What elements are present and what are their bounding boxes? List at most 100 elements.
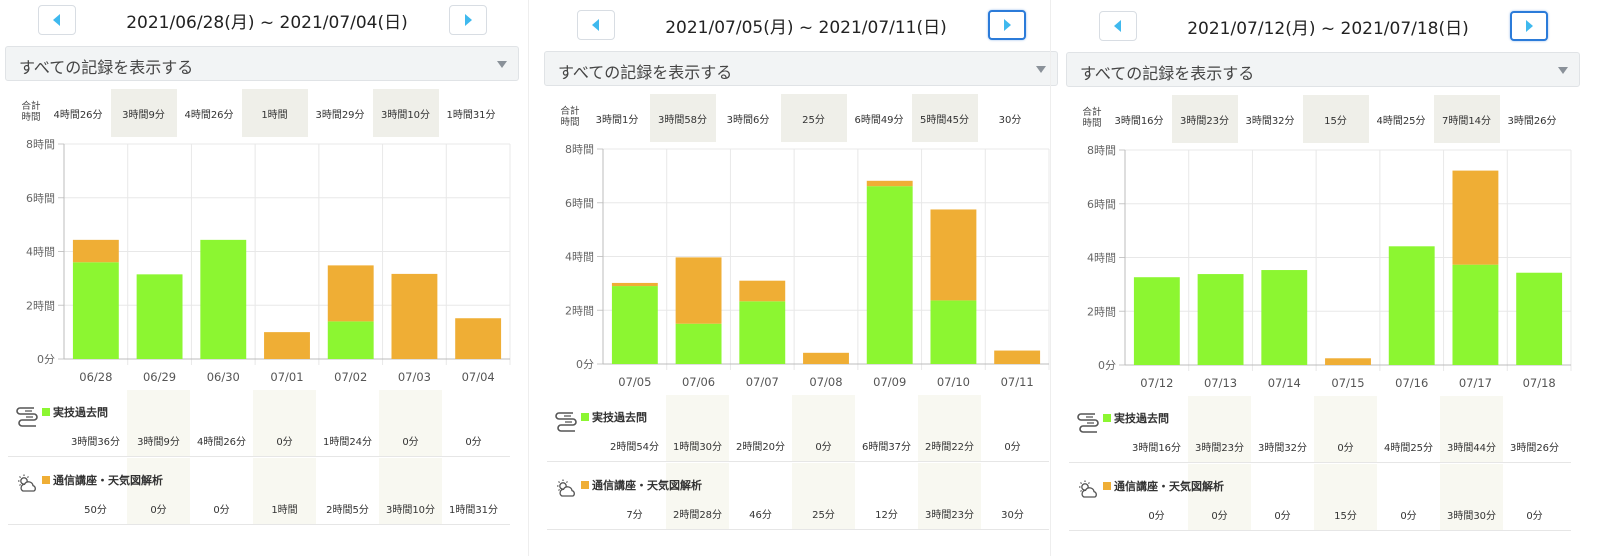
bar-correspondence — [455, 318, 502, 359]
legend-swatch — [581, 481, 589, 489]
daily-category-value: 3時間32分 — [1257, 443, 1308, 454]
stacked-bar-chart: 0分 2時間 4時間 6時間 8時間 06/28 06/29 06/30 07/01 07/02 0… — [26, 138, 511, 384]
y-tick-label: 6時間 — [26, 192, 55, 205]
row-separator — [8, 524, 510, 525]
bar-correspondence — [866, 180, 913, 187]
x-tick-label: 07/07 — [746, 375, 779, 389]
daily-category-value: 2時間22分 — [918, 395, 981, 461]
x-tick-label: 07/04 — [462, 370, 495, 384]
bar-correspondence — [930, 209, 977, 301]
x-tick-label: 07/16 — [1395, 376, 1428, 390]
daily-category-value: 1時間 — [253, 458, 316, 524]
category-label: 実技過去問 — [42, 404, 108, 420]
daily-category-value: 0分 — [127, 458, 190, 524]
y-tick-label: 2時間 — [1087, 305, 1116, 318]
daily-category-value: 30分 — [1001, 510, 1024, 521]
daily-category-value: 0分 — [213, 505, 230, 516]
bar-correspondence — [994, 350, 1041, 364]
daily-category-value: 1時間31分 — [448, 505, 499, 516]
x-tick-label: 07/03 — [398, 370, 431, 384]
x-tick-label: 06/28 — [79, 370, 112, 384]
bar-practical-exam — [136, 274, 183, 359]
category-name: 実技過去問 — [53, 406, 108, 419]
correspondence-row: 0分 0分 0分 15分 0分 3時間30分 0分 通信講座・天気図解析 — [1069, 464, 1571, 531]
y-tick-label: 2時間 — [565, 304, 594, 317]
category-label: 通信講座・天気図解析 — [1103, 478, 1224, 494]
stacked-bar-chart: 0分 2時間 4時間 6時間 8時間 07/05 07/06 07/07 07/08 07/09 0… — [565, 143, 1050, 389]
daily-category-value: 0分 — [1274, 511, 1291, 522]
y-tick-label: 8時間 — [1087, 144, 1116, 157]
daily-category-value: 1時間24分 — [322, 437, 373, 448]
daily-category-value: 3時間9分 — [127, 390, 190, 456]
y-tick-label: 4時間 — [26, 246, 55, 259]
bar-practical-exam — [739, 301, 786, 364]
panel-divider — [1050, 0, 1051, 556]
bar-correspondence — [611, 282, 658, 287]
daily-category-value: 4時間25分 — [1383, 443, 1434, 454]
bar-correspondence — [803, 352, 849, 364]
daily-category-value: 3時間23分 — [918, 463, 981, 529]
category-label: 実技過去問 — [581, 409, 647, 425]
x-tick-label: 06/30 — [207, 370, 240, 384]
daily-category-value: 3時間10分 — [379, 458, 442, 524]
correspondence-row: 7分 2時間28分 46分 25分 12分 3時間23分 30分 通信講座・天気図解析 — [547, 463, 1049, 530]
y-tick-label: 0分 — [576, 358, 594, 371]
category-name: 通信講座・天気図解析 — [1114, 480, 1224, 493]
daily-category-value: 2時間54分 — [609, 442, 660, 453]
x-tick-label: 07/09 — [873, 375, 906, 389]
y-tick-label: 6時間 — [565, 197, 594, 210]
daily-category-value: 6時間37分 — [861, 442, 912, 453]
bar-practical-exam — [930, 300, 977, 364]
daily-category-value: 0分 — [465, 437, 482, 448]
daily-category-value: 3時間16分 — [1131, 443, 1182, 454]
category-name: 通信講座・天気図解析 — [53, 474, 163, 487]
daily-category-value: 3時間26分 — [1509, 443, 1560, 454]
category-name: 通信講座・天気図解析 — [592, 479, 702, 492]
bar-correspondence — [675, 257, 722, 324]
daily-category-value: 0分 — [1004, 442, 1021, 453]
daily-category-value: 0分 — [253, 390, 316, 456]
daily-category-value: 2時間28分 — [666, 463, 729, 529]
daily-category-value: 0分 — [1526, 511, 1543, 522]
bar-practical-exam — [866, 186, 913, 364]
y-tick-label: 0分 — [37, 353, 55, 366]
week-panel: 2021/06/28(月) ~ 2021/07/04(日) すべての記録を表示する… — [0, 0, 534, 556]
row-separator — [8, 456, 510, 457]
daily-category-value: 0分 — [1148, 511, 1165, 522]
row-separator — [547, 461, 1049, 462]
legend-swatch — [1103, 414, 1111, 422]
x-tick-label: 07/06 — [682, 375, 715, 389]
x-tick-label: 07/14 — [1268, 376, 1301, 390]
bar-correspondence — [264, 332, 310, 359]
bar-correspondence — [1452, 170, 1499, 265]
y-tick-label: 0分 — [1098, 359, 1116, 372]
daily-category-value: 2時間5分 — [326, 505, 369, 516]
bar-practical-exam — [1452, 264, 1499, 365]
row-separator — [1069, 530, 1571, 531]
test-sheet-icon — [1077, 411, 1101, 433]
daily-category-value: 4時間26分 — [196, 437, 247, 448]
bar-correspondence — [391, 273, 438, 359]
test-sheet-icon — [16, 405, 40, 427]
category-name: 実技過去問 — [1114, 412, 1169, 425]
panel-divider — [528, 0, 529, 556]
row-separator — [547, 529, 1049, 530]
x-tick-label: 07/05 — [618, 375, 651, 389]
daily-category-value: 0分 — [792, 395, 855, 461]
y-tick-label: 8時間 — [565, 143, 594, 156]
bar-practical-exam — [675, 323, 722, 364]
stacked-bar-chart: 0分 2時間 4時間 6時間 8時間 07/12 07/13 07/14 07/15 07/16 0… — [1087, 144, 1572, 390]
category-label: 通信講座・天気図解析 — [581, 477, 702, 493]
x-tick-label: 07/10 — [937, 375, 970, 389]
daily-category-value: 2時間20分 — [735, 442, 786, 453]
x-tick-label: 07/15 — [1331, 376, 1364, 390]
daily-category-value: 3時間23分 — [1188, 396, 1251, 462]
x-tick-label: 07/13 — [1204, 376, 1237, 390]
practical-exam-row: 2時間54分 1時間30分 2時間20分 0分 6時間37分 2時間22分 0分 実技過去問 — [547, 395, 1049, 462]
daily-category-value: 0分 — [1400, 511, 1417, 522]
weather-icon — [16, 473, 40, 495]
bar-correspondence — [1325, 358, 1371, 365]
category-label: 実技過去問 — [1103, 410, 1169, 426]
daily-category-value: 1時間30分 — [666, 395, 729, 461]
x-tick-label: 07/11 — [1001, 375, 1034, 389]
